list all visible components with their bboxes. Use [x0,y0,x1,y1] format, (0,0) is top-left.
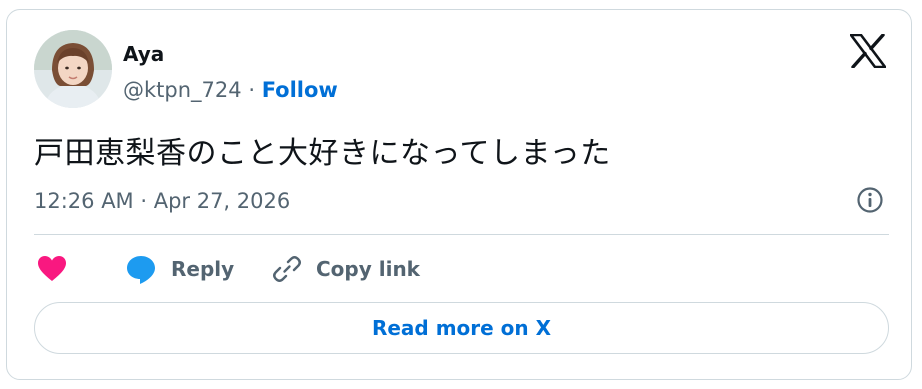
tweet-card: Aya @ktpn_724 · Follow 戸田恵梨香のこと大好きになってしま… [6,9,912,380]
info-icon[interactable] [856,186,884,214]
tweet-text: 戸田恵梨香のこと大好きになってしまった [34,136,611,171]
heart-icon [38,256,66,281]
read-more-button[interactable]: Read more on X [34,302,889,354]
follow-link[interactable]: Follow [262,78,338,102]
speech-bubble-icon [127,256,155,284]
link-icon [273,256,301,282]
divider [34,234,889,235]
reply-button[interactable]: Reply [125,252,234,286]
reply-label: Reply [171,257,235,281]
separator-dot: · [248,78,255,102]
handle-row: @ktpn_724 · Follow [123,77,338,103]
author-handle[interactable]: @ktpn_724 [123,78,242,102]
like-button[interactable] [37,252,67,286]
copy-link-button[interactable]: Copy link [272,252,420,286]
tweet-timestamp[interactable]: 12:26 AM · Apr 27, 2026 [34,188,290,214]
copy-link-label: Copy link [316,257,420,281]
x-logo-icon[interactable] [850,34,886,68]
avatar[interactable] [34,30,112,108]
avatar-image [34,30,112,108]
author-name[interactable]: Aya [123,42,164,66]
